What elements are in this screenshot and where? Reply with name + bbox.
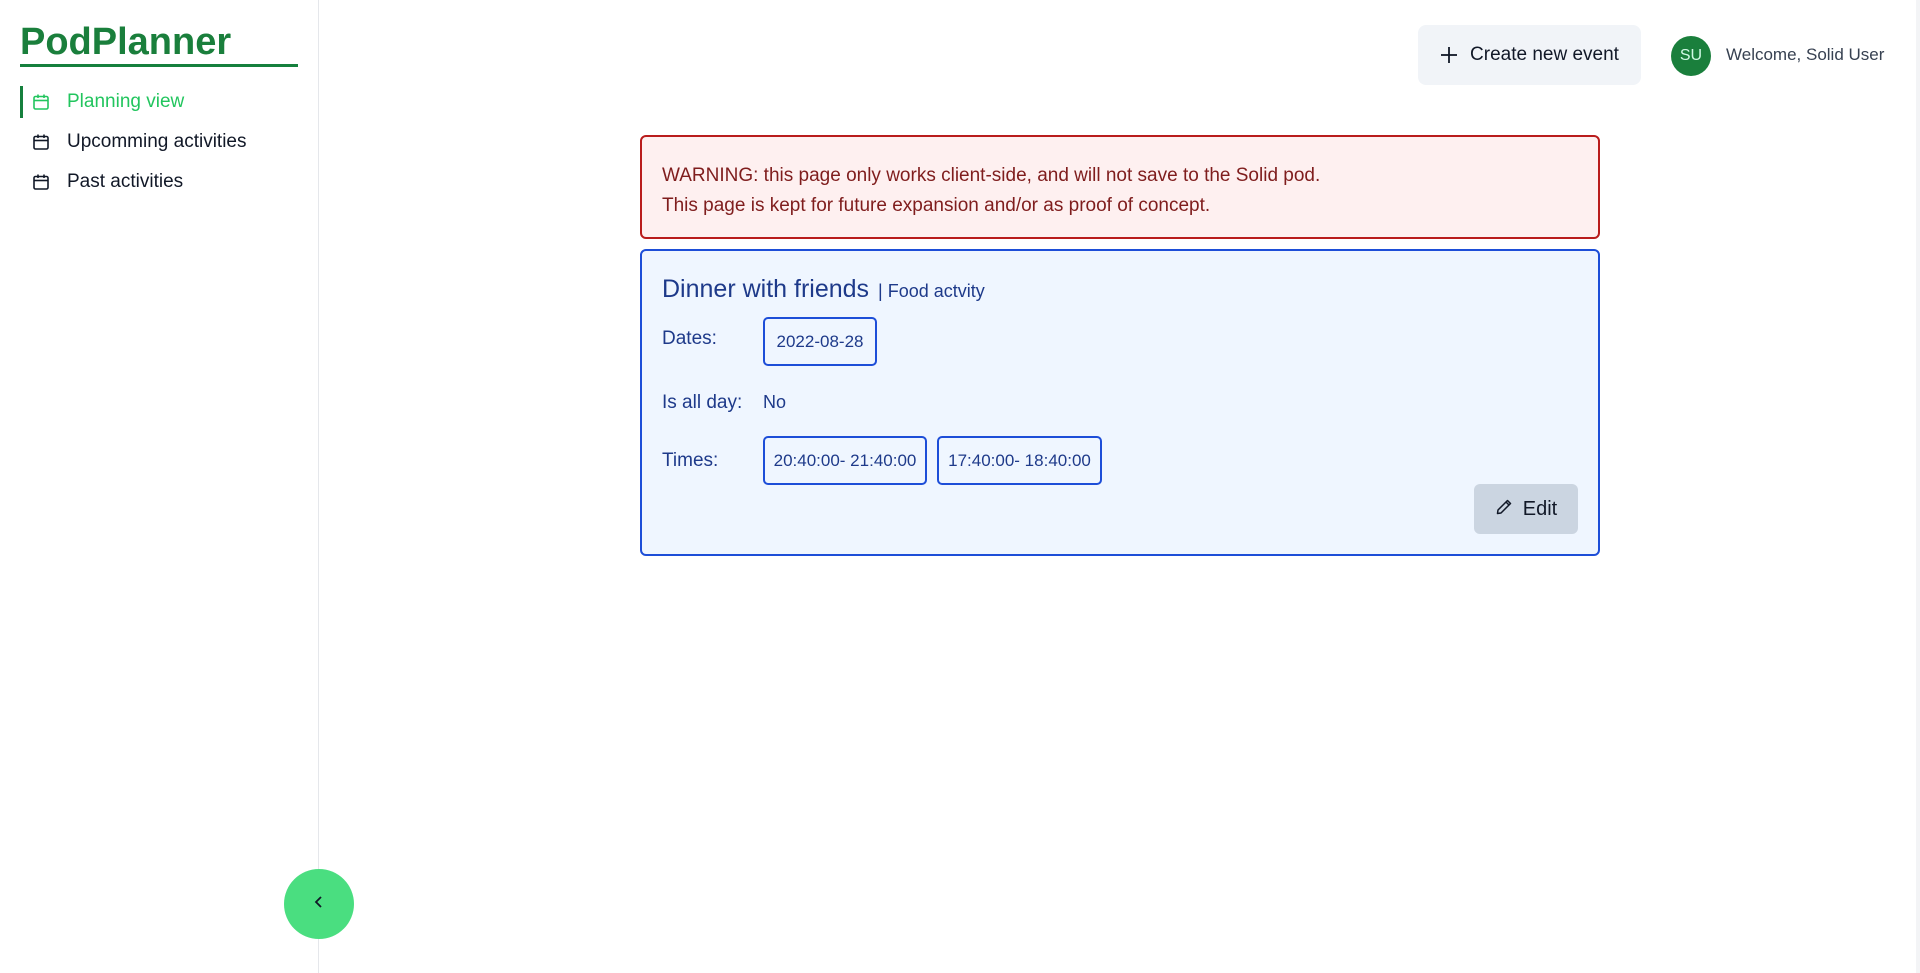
welcome-text: Welcome, Solid User (1726, 45, 1885, 64)
all-day-label: Is all day: (662, 392, 743, 413)
sidebar-item-planning-view[interactable]: Planning view (20, 86, 300, 118)
times-label: Times: (662, 450, 719, 471)
app-title: PodPlanner (20, 21, 232, 63)
calendar-icon (32, 93, 50, 111)
chevron-left-icon (312, 895, 326, 914)
sidebar-item-past-activities[interactable]: Past activities (20, 166, 300, 198)
event-header: Dinner with friends | Food actvity (662, 275, 985, 304)
calendar-icon (32, 173, 50, 191)
time-chip: 20:40:00- 21:40:00 (763, 436, 927, 485)
warning-alert: WARNING: this page only works client-sid… (640, 135, 1600, 239)
edit-label: Edit (1522, 497, 1558, 520)
all-day-value: No (763, 392, 787, 412)
create-new-event-button[interactable]: Create new event (1418, 25, 1641, 85)
sidebar-nav: Planning view Upcomming activities Past … (20, 86, 300, 206)
warning-line-2: This page is kept for future expansion a… (662, 195, 1211, 216)
app-logo[interactable]: PodPlanner (20, 20, 298, 67)
sidebar-item-label: Planning view (67, 91, 185, 112)
dates-label: Dates: (662, 328, 717, 349)
calendar-icon (32, 133, 50, 151)
sidebar: PodPlanner Planning view Upcomming activ… (0, 0, 319, 973)
avatar[interactable]: SU (1671, 36, 1711, 76)
date-chip: 2022-08-28 (763, 317, 877, 366)
scrollbar[interactable] (1916, 0, 1920, 973)
collapse-sidebar-button[interactable] (284, 869, 354, 939)
sidebar-item-label: Upcomming activities (67, 131, 247, 152)
sidebar-item-upcoming-activities[interactable]: Upcomming activities (20, 126, 300, 158)
edit-button[interactable]: Edit (1474, 484, 1578, 534)
sidebar-item-label: Past activities (67, 171, 184, 192)
event-title: Dinner with friends (662, 275, 870, 303)
create-new-event-label: Create new event (1470, 44, 1619, 65)
pencil-icon (1495, 498, 1513, 521)
event-card: Dinner with friends | Food actvity Dates… (640, 249, 1600, 556)
event-type: | Food actvity (878, 281, 985, 301)
warning-line-1: WARNING: this page only works client-sid… (662, 165, 1321, 186)
time-chip: 17:40:00- 18:40:00 (937, 436, 1102, 485)
plus-icon (1440, 42, 1458, 68)
